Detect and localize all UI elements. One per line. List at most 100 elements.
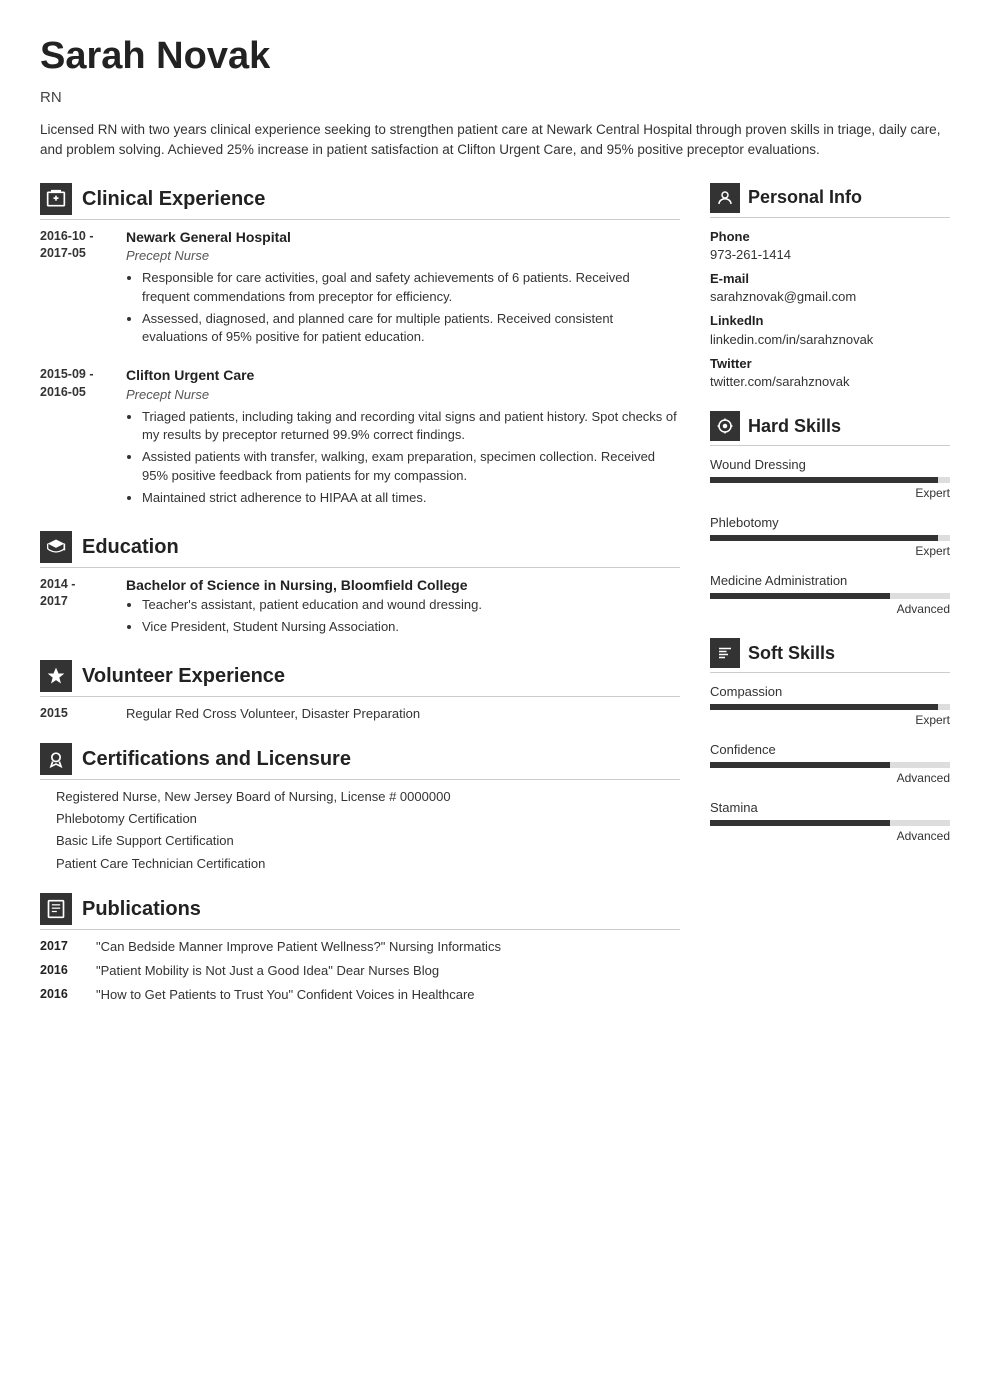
hard-skill-phlebotomy-level: Expert <box>710 543 950 560</box>
soft-skill-stamina-bar <box>710 820 950 826</box>
soft-skill-compassion-name: Compassion <box>710 683 950 701</box>
pub-entry-3-date: 2016 <box>40 986 80 1004</box>
certifications-section: Certifications and Licensure Registered … <box>40 743 680 873</box>
pub-entry-3: 2016 "How to Get Patients to Trust You" … <box>40 986 680 1004</box>
publications-title: Publications <box>82 895 201 923</box>
personal-info-icon <box>710 183 740 213</box>
pub-entry-2: 2016 "Patient Mobility is Not Just a Goo… <box>40 962 680 980</box>
pub-entry-2-date: 2016 <box>40 962 80 980</box>
left-column: Clinical Experience 2016-10 -2017-05 New… <box>40 183 680 1025</box>
cert-item-3: Basic Life Support Certification <box>40 832 680 850</box>
twitter-label: Twitter <box>710 355 950 373</box>
soft-skills-header: Soft Skills <box>710 638 950 673</box>
education-entry-1-org: Bachelor of Science in Nursing, Bloomfie… <box>126 576 680 596</box>
pub-entry-2-text: "Patient Mobility is Not Just a Good Ide… <box>96 962 439 980</box>
certifications-title: Certifications and Licensure <box>82 745 351 773</box>
soft-skill-stamina-level: Advanced <box>710 828 950 845</box>
linkedin-value: linkedin.com/in/sarahznovak <box>710 331 950 349</box>
certifications-icon <box>40 743 72 775</box>
volunteer-entry-1-text: Regular Red Cross Volunteer, Disaster Pr… <box>126 705 680 723</box>
education-section: Education 2014 -2017 Bachelor of Science… <box>40 531 680 640</box>
clinical-entry-1: 2016-10 -2017-05 Newark General Hospital… <box>40 228 680 351</box>
certifications-header: Certifications and Licensure <box>40 743 680 780</box>
publications-icon <box>40 893 72 925</box>
volunteer-entry-1: 2015 Regular Red Cross Volunteer, Disast… <box>40 705 680 723</box>
clinical-entry-2-org: Clifton Urgent Care <box>126 366 680 386</box>
volunteer-section: Volunteer Experience 2015 Regular Red Cr… <box>40 660 680 723</box>
volunteer-entry-1-date: 2015 <box>40 705 110 723</box>
cert-item-2: Phlebotomy Certification <box>40 810 680 828</box>
bullet: Triaged patients, including taking and r… <box>142 408 680 444</box>
education-entry-1: 2014 -2017 Bachelor of Science in Nursin… <box>40 576 680 640</box>
clinical-entry-1-content: Newark General Hospital Precept Nurse Re… <box>126 228 680 351</box>
hard-skills-title: Hard Skills <box>748 414 841 439</box>
soft-skills-title: Soft Skills <box>748 641 835 666</box>
email-value: sarahznovak@gmail.com <box>710 288 950 306</box>
clinical-entry-1-role: Precept Nurse <box>126 247 680 265</box>
volunteer-header: Volunteer Experience <box>40 660 680 697</box>
main-layout: Clinical Experience 2016-10 -2017-05 New… <box>40 183 950 1025</box>
right-column: Personal Info Phone 973-261-1414 E-mail … <box>710 183 950 1025</box>
name: Sarah Novak <box>40 30 950 83</box>
clinical-experience-section: Clinical Experience 2016-10 -2017-05 New… <box>40 183 680 511</box>
soft-skill-confidence-level: Advanced <box>710 770 950 787</box>
clinical-entry-1-org: Newark General Hospital <box>126 228 680 248</box>
hard-skills-header: Hard Skills <box>710 411 950 446</box>
personal-info-title: Personal Info <box>748 185 862 210</box>
soft-skill-stamina-name: Stamina <box>710 799 950 817</box>
hard-skill-wound-dressing-bar <box>710 477 950 483</box>
clinical-experience-title: Clinical Experience <box>82 185 265 213</box>
hard-skill-wound-dressing-name: Wound Dressing <box>710 456 950 474</box>
linkedin-label: LinkedIn <box>710 312 950 330</box>
hard-skill-phlebotomy-fill <box>710 535 938 541</box>
hard-skill-medicine-admin-fill <box>710 593 890 599</box>
summary: Licensed RN with two years clinical expe… <box>40 120 950 161</box>
volunteer-entry-1-content: Regular Red Cross Volunteer, Disaster Pr… <box>126 705 680 723</box>
soft-skill-compassion-bar <box>710 704 950 710</box>
header: Sarah Novak RN Licensed RN with two year… <box>40 30 950 161</box>
hard-skill-medicine-admin-level: Advanced <box>710 601 950 618</box>
email-label: E-mail <box>710 270 950 288</box>
twitter-value: twitter.com/sarahznovak <box>710 373 950 391</box>
hard-skill-wound-dressing-fill <box>710 477 938 483</box>
hard-skill-phlebotomy-name: Phlebotomy <box>710 514 950 532</box>
soft-skills-icon <box>710 638 740 668</box>
clinical-entry-1-date: 2016-10 -2017-05 <box>40 228 110 351</box>
hard-skills-section: Hard Skills Wound Dressing Expert Phlebo… <box>710 411 950 618</box>
clinical-experience-header: Clinical Experience <box>40 183 680 220</box>
soft-skill-confidence: Confidence Advanced <box>710 741 950 787</box>
education-title: Education <box>82 533 179 561</box>
soft-skill-stamina-fill <box>710 820 890 826</box>
hard-skills-icon <box>710 411 740 441</box>
personal-info-header: Personal Info <box>710 183 950 218</box>
bullet: Assessed, diagnosed, and planned care fo… <box>142 310 680 346</box>
bullet: Assisted patients with transfer, walking… <box>142 448 680 484</box>
cert-item-4: Patient Care Technician Certification <box>40 855 680 873</box>
education-header: Education <box>40 531 680 568</box>
education-entry-1-bullets: Teacher's assistant, patient education a… <box>142 596 680 636</box>
clinical-entry-2-content: Clifton Urgent Care Precept Nurse Triage… <box>126 366 680 511</box>
hard-skill-medicine-admin: Medicine Administration Advanced <box>710 572 950 618</box>
clinical-entry-2: 2015-09 -2016-05 Clifton Urgent Care Pre… <box>40 366 680 511</box>
soft-skill-confidence-name: Confidence <box>710 741 950 759</box>
clinical-entry-2-bullets: Triaged patients, including taking and r… <box>142 408 680 507</box>
publications-section: Publications 2017 "Can Bedside Manner Im… <box>40 893 680 1005</box>
personal-info-section: Personal Info Phone 973-261-1414 E-mail … <box>710 183 950 392</box>
bullet: Responsible for care activities, goal an… <box>142 269 680 305</box>
bullet: Maintained strict adherence to HIPAA at … <box>142 489 680 507</box>
pub-entry-1-text: "Can Bedside Manner Improve Patient Well… <box>96 938 501 956</box>
pub-entry-3-text: "How to Get Patients to Trust You" Confi… <box>96 986 475 1004</box>
soft-skill-confidence-fill <box>710 762 890 768</box>
clinical-entry-2-date: 2015-09 -2016-05 <box>40 366 110 511</box>
bullet: Teacher's assistant, patient education a… <box>142 596 680 614</box>
cert-item-1: Registered Nurse, New Jersey Board of Nu… <box>40 788 680 806</box>
soft-skill-confidence-bar <box>710 762 950 768</box>
title: RN <box>40 87 950 108</box>
pub-entry-1: 2017 "Can Bedside Manner Improve Patient… <box>40 938 680 956</box>
soft-skill-compassion-fill <box>710 704 938 710</box>
hard-skill-medicine-admin-name: Medicine Administration <box>710 572 950 590</box>
hard-skill-phlebotomy: Phlebotomy Expert <box>710 514 950 560</box>
clinical-entry-1-bullets: Responsible for care activities, goal an… <box>142 269 680 346</box>
clinical-entry-2-role: Precept Nurse <box>126 386 680 404</box>
soft-skill-compassion-level: Expert <box>710 712 950 729</box>
